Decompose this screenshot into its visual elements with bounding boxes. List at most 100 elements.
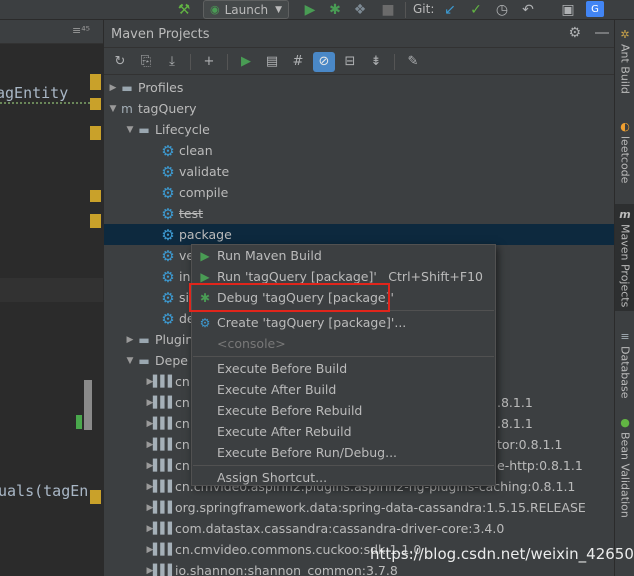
download-icon[interactable]: ⤓ [161, 52, 183, 72]
gear-icon: ⚙ [161, 246, 175, 265]
library-icon: ▌▌▌ [152, 375, 176, 388]
vcs-change-marker [76, 415, 82, 429]
skip-tests-icon[interactable]: ⊘ [313, 51, 335, 72]
chevron-down-icon[interactable]: ▼ [124, 356, 136, 366]
coverage-icon[interactable]: ❖ [352, 1, 368, 19]
chevron-down-icon[interactable]: ▼ [124, 125, 136, 135]
menu-item-label: Run 'tagQuery [package]' [217, 269, 377, 284]
side-tab-label: Ant Build [618, 44, 632, 94]
panel-header-tools: ⚙ ― [568, 25, 609, 41]
code-line[interactable]: uals(tagEn [0, 482, 88, 500]
tree-label: Plugin [155, 332, 194, 347]
side-tab-label: Maven Projects [618, 224, 632, 308]
library-icon: ▌▌▌ [152, 501, 176, 514]
menu-item-create-config[interactable]: ⚙ Create 'tagQuery [package]'... [192, 312, 495, 333]
app-icon: ◉ [210, 3, 220, 16]
dependency-version: tor:0.8.1.1 [497, 437, 563, 452]
chevron-down-icon[interactable]: ▼ [107, 104, 119, 114]
reimport-icon[interactable]: ↻ [109, 52, 131, 72]
project-structure-icon[interactable]: ▣ [560, 1, 576, 19]
menu-item-execute-before-run[interactable]: Execute Before Run/Debug... [192, 442, 495, 463]
watermark: https://blog.csdn.net/weixin_42650954 [370, 545, 634, 563]
ant-icon: ✲ [620, 28, 630, 41]
tab-bean-validation[interactable]: ● Bean Validation [615, 416, 634, 518]
dependency-row[interactable]: ▶ ▌▌▌ com.datastax.cassandra:cassandra-d… [104, 518, 615, 539]
chevron-right-icon[interactable]: ▶ [107, 83, 119, 93]
tab-leetcode[interactable]: ◐ leetcode [615, 120, 634, 183]
menu-item-assign-shortcut[interactable]: Assign Shortcut... [192, 467, 495, 488]
add-project-icon[interactable]: + [198, 52, 220, 72]
wrench-settings-icon[interactable]: ✎ [402, 52, 424, 72]
history-clock-icon[interactable]: ◷ [494, 1, 510, 19]
tab-ant-build[interactable]: ✲ Ant Build [615, 28, 634, 94]
gutter-marker [90, 98, 101, 110]
tab-database[interactable]: ≡ Database [615, 330, 634, 399]
gear-icon: ⚙ [161, 309, 175, 328]
run-config-selector[interactable]: ◉ Launch ▼ [203, 0, 289, 19]
library-icon: ▌▌▌ [152, 417, 176, 430]
folder-icon: ▬ [138, 332, 150, 347]
show-dependencies-icon[interactable]: ⊟ [339, 52, 361, 72]
build-hammer-icon[interactable]: ⚒ [176, 1, 192, 19]
menu-item-execute-after-build[interactable]: Execute After Build [192, 379, 495, 400]
maven-toolbar: ↻ ⎘ ⤓ + ▶ ▤ # ⊘ ⊟ ⇟ ✎ [104, 49, 615, 75]
tree-node-profiles[interactable]: ▶ ▬ Profiles [104, 77, 615, 98]
run-icon[interactable]: ▶ [302, 1, 318, 19]
gear-icon: ⚙ [161, 162, 175, 181]
run-maven-icon[interactable]: ▶ [235, 52, 257, 72]
editor-tab-bar: ≡⁴⁵ [0, 20, 103, 44]
generate-sources-icon[interactable]: ⎘ [135, 52, 157, 72]
tree-label: Lifecycle [155, 122, 210, 137]
lifecycle-phase-selected[interactable]: ⚙ package [104, 224, 615, 245]
phase-label: package [179, 227, 232, 242]
current-line-highlight [0, 278, 103, 302]
hide-panel-icon[interactable]: ― [595, 25, 609, 41]
menu-item-execute-before-rebuild[interactable]: Execute Before Rebuild [192, 400, 495, 421]
toolbar-divider [227, 53, 228, 70]
lifecycle-phase[interactable]: ⚙ test [104, 203, 615, 224]
database-icon: ≡ [620, 330, 630, 343]
gear-icon: ⚙ [161, 267, 175, 286]
code-line[interactable]: agEntity [0, 84, 68, 102]
chevron-right-icon[interactable]: ▶ [124, 335, 136, 345]
lifecycle-phase[interactable]: ⚙ clean [104, 140, 615, 161]
chevron-down-icon: ▼ [275, 4, 282, 15]
execute-goal-icon[interactable]: ▤ [261, 52, 283, 72]
right-tool-strip: ✲ Ant Build ◐ leetcode m Maven Projects … [614, 20, 634, 576]
menu-divider [193, 356, 494, 357]
main-toolbar: ⚒ ◉ Launch ▼ ▶ ✱ ❖ ■ Git: ↙ ✓ ◷ ↶ ▣ G [0, 0, 634, 20]
git-update-icon[interactable]: ↙ [442, 1, 458, 19]
library-icon: ▌▌▌ [152, 396, 176, 409]
tab-list-icon[interactable]: ≡⁴⁵ [72, 24, 90, 37]
menu-item-run-maven-build[interactable]: ▶ Run Maven Build [192, 245, 495, 266]
git-commit-check-icon[interactable]: ✓ [468, 1, 484, 19]
tree-node-project[interactable]: ▼ ⅿ tagQuery [104, 98, 615, 119]
side-tab-label: Database [618, 346, 632, 399]
gear-icon: ⚙ [161, 183, 175, 202]
dependency-row[interactable]: ▶ ▌▌▌ org.springframework.data:spring-da… [104, 497, 615, 518]
menu-item-execute-after-rebuild[interactable]: Execute After Rebuild [192, 421, 495, 442]
menu-item-label: <console> [217, 336, 286, 351]
stop-icon[interactable]: ■ [380, 1, 396, 19]
tree-node-lifecycle[interactable]: ▼ ▬ Lifecycle [104, 119, 615, 140]
tree-label: Profiles [138, 80, 184, 95]
menu-item-execute-before-build[interactable]: Execute Before Build [192, 358, 495, 379]
code-editor[interactable]: ≡⁴⁵ agEntity uals(tagEn [0, 20, 103, 576]
tab-maven-projects[interactable]: m Maven Projects [615, 204, 634, 312]
menu-divider [193, 465, 494, 466]
lifecycle-phase[interactable]: ⚙ validate [104, 161, 615, 182]
gutter-marker [90, 190, 101, 202]
debug-bug-icon[interactable]: ✱ [327, 1, 343, 19]
library-icon: ▌▌▌ [152, 543, 176, 556]
revert-icon[interactable]: ↶ [520, 1, 536, 19]
collapse-all-icon[interactable]: ⇟ [365, 52, 387, 72]
translate-icon[interactable]: G [586, 1, 604, 17]
gear-icon[interactable]: ⚙ [568, 25, 581, 41]
tree-label: tagQuery [138, 101, 197, 116]
run-icon: ▶ [200, 248, 210, 263]
run-config-label: Launch [224, 2, 269, 17]
toggle-offline-icon[interactable]: # [287, 52, 309, 72]
lifecycle-phase[interactable]: ⚙ compile [104, 182, 615, 203]
phase-label-skipped: test [179, 206, 204, 221]
phase-label: compile [179, 185, 229, 200]
